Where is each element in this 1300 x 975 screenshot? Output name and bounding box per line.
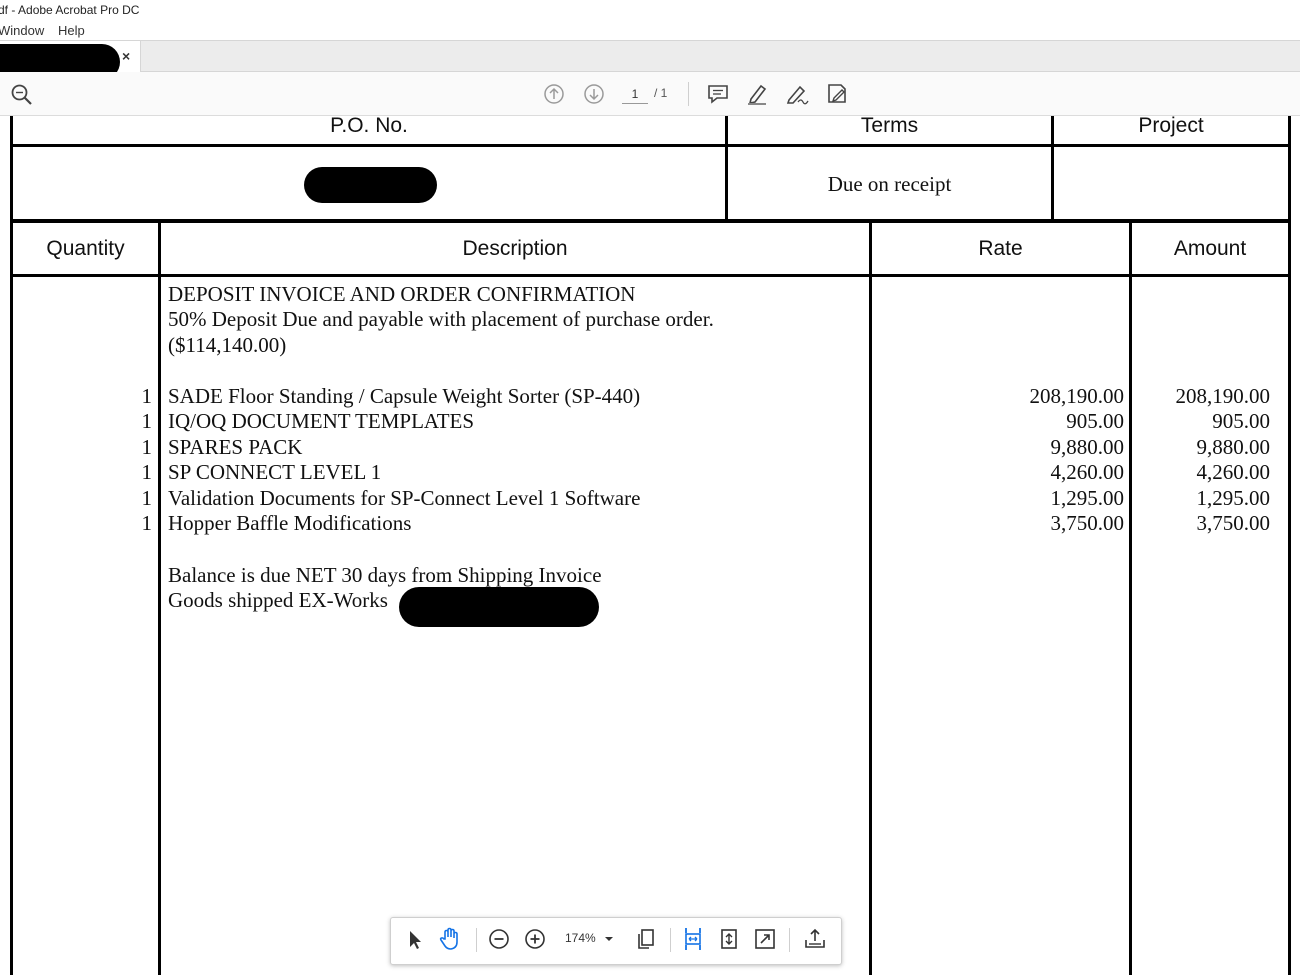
- note-line: 50% Deposit Due and payable with placeme…: [168, 307, 714, 331]
- item-quantity: 1: [141, 384, 153, 408]
- item-amount: 4,260.00: [1196, 460, 1271, 484]
- share-upload-icon[interactable]: [803, 927, 827, 951]
- fill-and-sign-icon[interactable]: [825, 82, 849, 106]
- table-line: [158, 220, 161, 975]
- item-amount: 208,190.00: [1175, 384, 1271, 408]
- select-cursor-icon[interactable]: [406, 928, 424, 952]
- document-tab[interactable]: ×: [0, 41, 141, 80]
- fit-page-icon[interactable]: [717, 927, 741, 951]
- amount-header: Amount: [1173, 237, 1247, 260]
- item-rate: 3,750.00: [1050, 511, 1125, 535]
- hand-tool-icon[interactable]: [438, 926, 462, 952]
- item-rate: 1,295.00: [1050, 486, 1125, 510]
- note-line: DEPOSIT INVOICE AND ORDER CONFIRMATION: [168, 282, 636, 306]
- zoom-out-icon[interactable]: [488, 928, 510, 950]
- terms-value: Due on receipt: [827, 172, 952, 196]
- item-description: SP CONNECT LEVEL 1: [168, 460, 382, 484]
- table-line: [10, 144, 1291, 147]
- page-total: / 1: [654, 86, 668, 100]
- title-bar: df - Adobe Acrobat Pro DC: [0, 0, 1300, 20]
- footer-note: Balance is due NET 30 days from Shipping…: [168, 563, 602, 587]
- item-description: Hopper Baffle Modifications: [168, 511, 412, 535]
- page-display-icon[interactable]: [634, 927, 658, 951]
- table-line: [1129, 220, 1132, 975]
- table-line: [10, 220, 13, 975]
- item-description: Validation Documents for SP-Connect Leve…: [168, 486, 641, 510]
- item-quantity: 1: [141, 435, 153, 459]
- rate-header: Rate: [978, 237, 1023, 260]
- item-rate: 4,260.00: [1050, 460, 1125, 484]
- table-line: [869, 220, 872, 975]
- item-quantity: 1: [141, 460, 153, 484]
- item-amount: 9,880.00: [1196, 435, 1271, 459]
- highlight-pen-icon[interactable]: [745, 82, 769, 106]
- sign-icon[interactable]: [785, 82, 809, 106]
- page-number-input[interactable]: 1: [622, 85, 648, 104]
- table-line: [10, 274, 1291, 277]
- note-line: ($114,140.00): [168, 333, 287, 357]
- window-title: df - Adobe Acrobat Pro DC: [0, 3, 140, 17]
- quantity-header: Quantity: [46, 237, 125, 260]
- zoom-in-icon[interactable]: [524, 928, 546, 950]
- chevron-down-icon[interactable]: [603, 934, 615, 944]
- zoom-search-icon[interactable]: [10, 83, 34, 107]
- item-amount: 1,295.00: [1196, 486, 1271, 510]
- table-line: [1288, 116, 1291, 222]
- item-rate: 905.00: [1066, 409, 1124, 433]
- toolbar-divider: [670, 928, 671, 952]
- main-toolbar: [0, 72, 1300, 116]
- item-rate: 9,880.00: [1050, 435, 1125, 459]
- tab-close-button[interactable]: ×: [122, 48, 130, 64]
- document-page: P.O. No. Terms Project Due on receipt Qu…: [0, 116, 1300, 975]
- item-rate: 208,190.00: [1029, 384, 1125, 408]
- description-header: Description: [462, 237, 568, 260]
- project-header: Project: [1138, 116, 1204, 137]
- terms-header: Terms: [860, 116, 919, 137]
- table-line: [10, 220, 1291, 223]
- menu-help[interactable]: Help: [58, 23, 85, 38]
- item-amount: 905.00: [1212, 409, 1270, 433]
- full-screen-icon[interactable]: [753, 927, 777, 951]
- toolbar-divider: [476, 928, 477, 952]
- redaction-ship-location: [399, 587, 599, 627]
- next-page-icon[interactable]: [583, 83, 605, 105]
- tab-bar: ×: [0, 40, 1300, 80]
- item-quantity: 1: [141, 486, 153, 510]
- table-line: [1288, 220, 1291, 975]
- item-description: SADE Floor Standing / Capsule Weight Sor…: [168, 384, 641, 408]
- fit-width-icon[interactable]: [681, 926, 705, 952]
- footer-note: Goods shipped EX-Works: [168, 588, 388, 612]
- toolbar-divider: [688, 82, 689, 106]
- previous-page-icon[interactable]: [543, 83, 565, 105]
- po-number-header: P.O. No.: [330, 116, 408, 137]
- toolbar-divider: [789, 928, 790, 952]
- redaction-po-number: [304, 167, 437, 203]
- item-description: SPARES PACK: [168, 435, 303, 459]
- zoom-level[interactable]: 174%: [565, 931, 596, 945]
- item-quantity: 1: [141, 409, 153, 433]
- item-amount: 3,750.00: [1196, 511, 1271, 535]
- menu-bar: Window Help: [0, 20, 1300, 40]
- item-quantity: 1: [141, 511, 153, 535]
- menu-window[interactable]: Window: [0, 23, 44, 38]
- comment-icon[interactable]: [706, 82, 730, 106]
- item-description: IQ/OQ DOCUMENT TEMPLATES: [168, 409, 475, 433]
